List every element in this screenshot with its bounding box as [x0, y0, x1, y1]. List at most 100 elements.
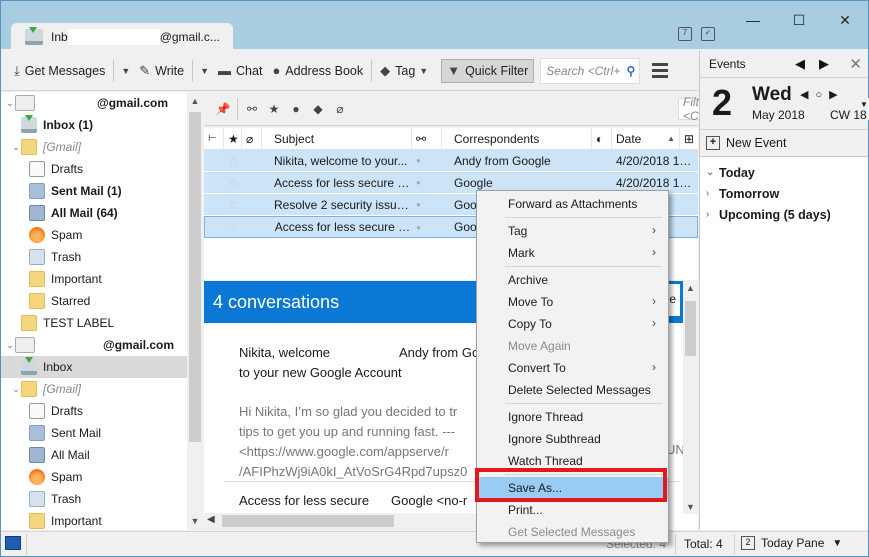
message-row[interactable]: ☆ Nikita, welcome to your... ● Andy from Go… [204, 150, 698, 172]
close-button[interactable]: ✕ [822, 7, 868, 33]
attachment-filter-icon[interactable]: ⌀ [329, 102, 351, 116]
scroll-up-arrow[interactable]: ▲ [683, 283, 698, 293]
menu-item-move-to[interactable]: Move To › [477, 291, 668, 313]
read-column-icon[interactable]: ⚯ [412, 127, 442, 150]
folder-item[interactable]: Spam [1, 224, 202, 246]
contact-filter-icon[interactable]: ● [285, 102, 307, 116]
calendar-tab-icon[interactable]: 7 [678, 27, 692, 41]
folder-item[interactable]: ⌄ @gmail.com [1, 92, 202, 114]
folder-item[interactable]: Sent Mail [1, 422, 202, 444]
folder-item[interactable]: Important [1, 268, 202, 290]
menu-item-watch-thread[interactable]: Watch Thread [477, 450, 668, 472]
folder-item[interactable]: Spam [1, 466, 202, 488]
scroll-up-arrow[interactable]: ▲ [187, 92, 203, 110]
folder-item[interactable]: Starred [1, 290, 202, 312]
write-button[interactable]: ✎ Write [134, 58, 189, 84]
folder-item[interactable]: TEST LABEL [1, 312, 202, 334]
expand-chevron-icon[interactable]: ⌄ [11, 142, 21, 153]
today-circle-icon[interactable]: ○ [815, 89, 829, 101]
quick-filter-button[interactable]: ▼ Quick Filter [441, 58, 535, 83]
minimize-button[interactable]: — [730, 7, 776, 33]
read-status-icon: ● [416, 156, 421, 165]
starred-filter-icon[interactable]: ★ [263, 102, 285, 116]
next-arrow-icon[interactable]: ▶ [819, 56, 843, 71]
column-date[interactable]: Date ▲ [612, 127, 680, 150]
column-correspondents[interactable]: Correspondents [442, 127, 592, 150]
scroll-down-arrow[interactable]: ▼ [683, 502, 698, 512]
folder-item[interactable]: Trash [1, 488, 202, 510]
agenda-section[interactable]: ⌄ Today [700, 162, 868, 183]
get-messages-button[interactable]: ⤓ Get Messages [9, 58, 110, 84]
scroll-left-arrow[interactable]: ◀ [207, 514, 215, 525]
preview-horizontal-scrollbar[interactable]: ◀ [204, 513, 484, 530]
online-status-icon[interactable] [5, 536, 21, 550]
menu-item-mark[interactable]: Mark › [477, 242, 668, 264]
folder-item[interactable]: Sent Mail (1) [1, 180, 202, 202]
maximize-button[interactable]: ☐ [776, 7, 822, 33]
chat-button[interactable]: ▬ Chat [213, 58, 267, 84]
day-nav[interactable]: ◀○▶ [800, 88, 845, 101]
subject-cell: Nikita, welcome to your... [274, 153, 408, 168]
agenda-section[interactable]: › Upcoming (5 days) [700, 204, 868, 225]
column-subject[interactable]: Subject [262, 127, 412, 150]
folder-item[interactable]: All Mail (64) [1, 202, 202, 224]
menu-item-get-selected-messages[interactable]: Get Selected Messages [477, 521, 668, 543]
menu-item-tag[interactable]: Tag › [477, 220, 668, 242]
folder-item[interactable]: Inbox (1) [1, 114, 202, 136]
menu-item-archive[interactable]: Archive [477, 269, 668, 291]
unread-filter-icon[interactable]: ⚯ [241, 102, 263, 116]
menu-item-print[interactable]: Print... [477, 499, 668, 521]
folder-item[interactable]: Drafts [1, 158, 202, 180]
attachment-column-icon[interactable]: ⌀ [242, 127, 262, 150]
menu-item-ignore-thread[interactable]: Ignore Thread [477, 406, 668, 428]
folder-item[interactable]: Inbox [1, 356, 187, 378]
junk-column-icon[interactable]: ◐ [592, 127, 612, 150]
folder-label: Sent Mail (1) [51, 184, 122, 198]
folder-item[interactable]: ⌄ [Gmail] [1, 136, 202, 158]
column-picker-icon[interactable]: ⊞ [680, 128, 698, 150]
preview-scrollbar[interactable]: ▲ ▼ [683, 281, 698, 514]
prev-arrow-icon[interactable]: ◀ [795, 56, 819, 71]
folder-item[interactable]: ⌄ @gmail.com [1, 334, 202, 356]
next-day-icon[interactable]: ▶ [829, 89, 844, 101]
menu-item-move-again[interactable]: Move Again [477, 335, 668, 357]
close-icon[interactable]: ✕ [849, 55, 862, 73]
expand-chevron-icon[interactable]: ⌄ [5, 340, 15, 351]
folder-item[interactable]: All Mail [1, 444, 202, 466]
sticky-pin-icon[interactable]: 📌 [212, 102, 234, 116]
menu-item-copy-to[interactable]: Copy To › [477, 313, 668, 335]
menu-item-delete-selected-messages[interactable]: Delete Selected Messages [477, 379, 668, 401]
new-event-button[interactable]: + New Event [700, 130, 868, 157]
menu-item-ignore-subthread[interactable]: Ignore Subthread [477, 428, 668, 450]
agenda-section[interactable]: › Tomorrow [700, 183, 868, 204]
tag-filter-icon[interactable]: ◆ [307, 102, 329, 116]
scrollbar-thumb[interactable] [222, 515, 394, 527]
prev-day-icon[interactable]: ◀ [800, 89, 815, 101]
tag-button[interactable]: ◆ Tag ▼ [375, 58, 437, 84]
menu-item-save-as[interactable]: Save As... [477, 477, 668, 499]
scrollbar-thumb[interactable] [189, 112, 201, 442]
folder-pane-scrollbar[interactable]: ▲ ▼ [187, 92, 203, 530]
tab-inbox[interactable]: Inb @gmail.c... [11, 23, 233, 51]
search-input[interactable]: Search <Ctrl+ ⚲ [540, 57, 641, 84]
star-column-icon[interactable]: ★ [224, 127, 242, 150]
write-dropdown[interactable]: ▼ [196, 66, 213, 76]
folder-item[interactable]: Important [1, 510, 202, 530]
dropdown-icon[interactable]: ▼ [860, 100, 868, 109]
scroll-down-arrow[interactable]: ▼ [187, 512, 203, 530]
today-pane-toggle[interactable]: 2 Today Pane ▼ [741, 536, 842, 550]
thread-column-icon[interactable]: ⊢ [204, 127, 224, 150]
get-messages-dropdown[interactable]: ▼ [117, 66, 134, 76]
expand-chevron-icon[interactable]: ⌄ [11, 384, 21, 395]
folder-item[interactable]: ⌄ [Gmail] [1, 378, 202, 400]
address-book-button[interactable]: ● Address Book [267, 58, 368, 84]
menu-item-forward-as-attachments[interactable]: Forward as Attachments [477, 193, 668, 215]
folder-item[interactable]: Drafts [1, 400, 202, 422]
folder-item[interactable]: Trash [1, 246, 202, 268]
expand-chevron-icon[interactable]: ⌄ [5, 98, 15, 109]
events-nav[interactable]: ◀▶ [795, 56, 843, 72]
scrollbar-thumb[interactable] [685, 301, 696, 356]
hamburger-menu-icon[interactable] [652, 60, 669, 81]
menu-item-convert-to[interactable]: Convert To › [477, 357, 668, 379]
tasks-tab-icon[interactable]: ✓ [701, 27, 715, 41]
